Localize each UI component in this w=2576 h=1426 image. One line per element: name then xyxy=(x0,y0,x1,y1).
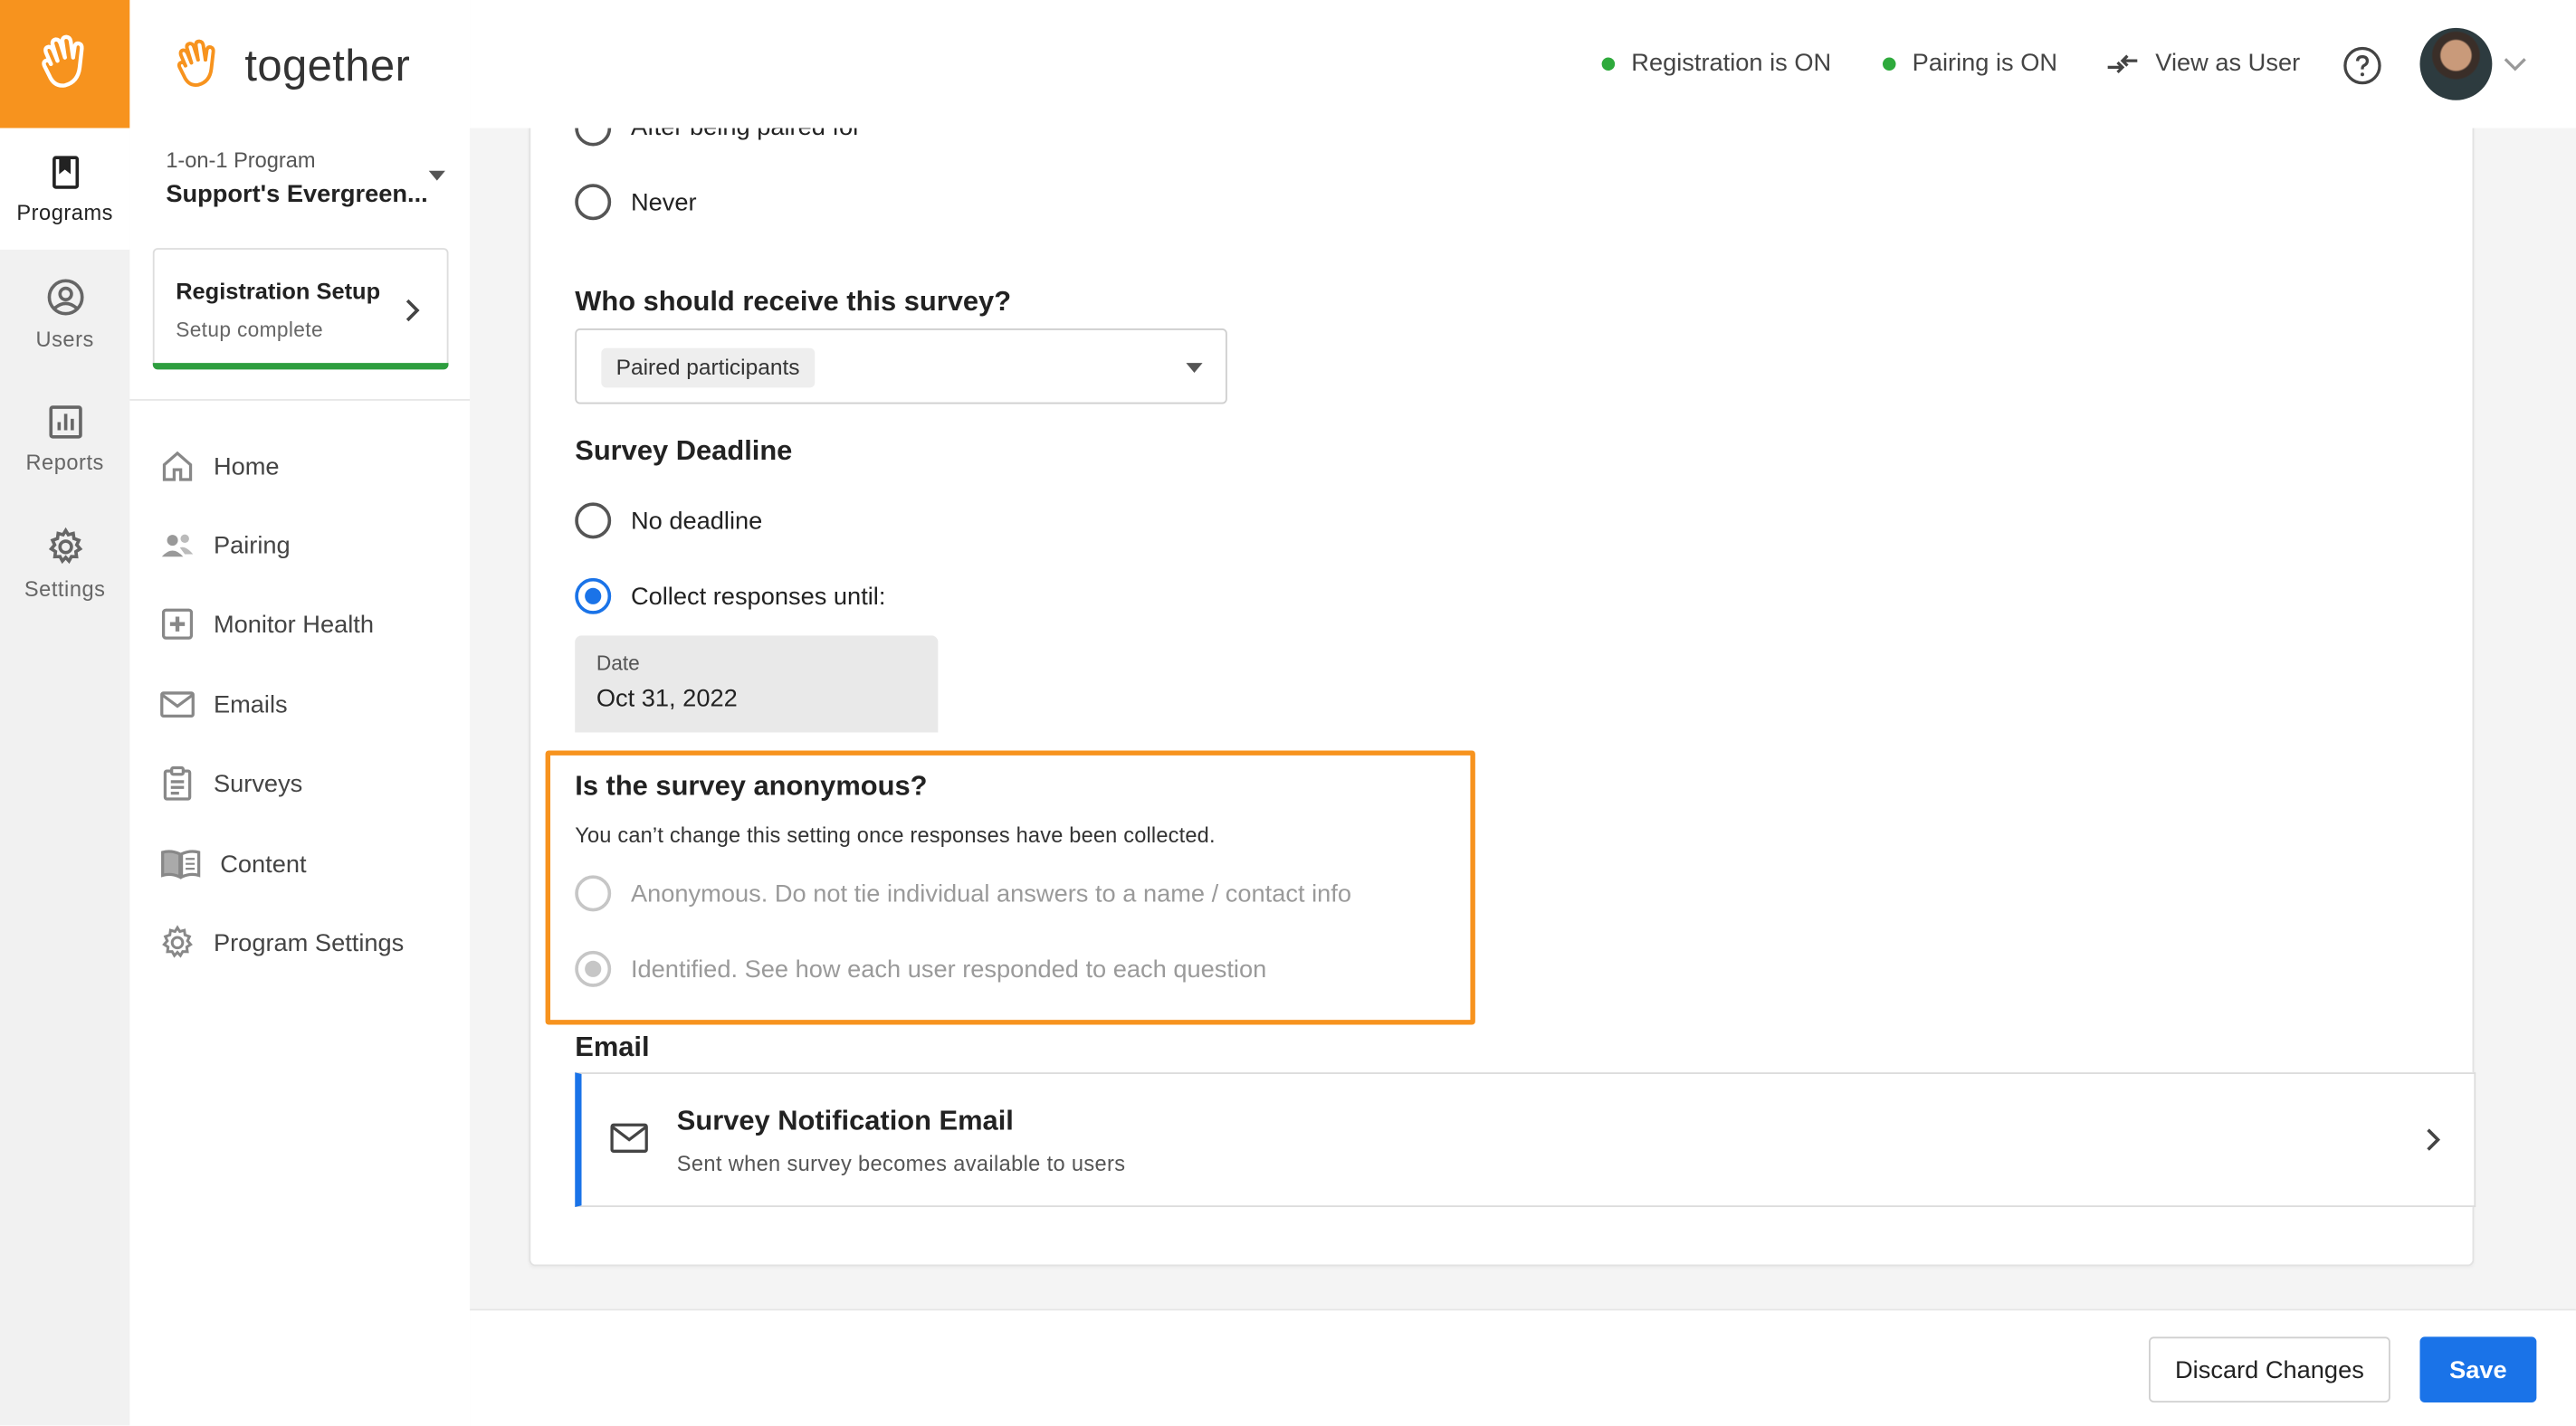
option-never: Never xyxy=(630,188,697,217)
nav-item-label: Emails xyxy=(213,690,288,719)
rail-item-label: Users xyxy=(35,326,94,351)
survey-notification-email-row[interactable]: Survey Notification Email Sent when surv… xyxy=(575,1072,2476,1208)
deadline-heading: Survey Deadline xyxy=(575,434,793,467)
chevron-down-icon[interactable] xyxy=(428,170,445,181)
people-icon xyxy=(161,534,194,557)
nav-item-monitor-health[interactable]: Monitor Health xyxy=(159,601,374,647)
view-as-user-button[interactable]: View as User xyxy=(2106,49,2300,77)
book-icon xyxy=(161,850,201,879)
nav-item-surveys[interactable]: Surveys xyxy=(159,760,302,806)
gear-icon xyxy=(162,925,193,958)
envelope-icon xyxy=(610,1123,648,1153)
view-as-user-label: View as User xyxy=(2155,49,2301,78)
option-identified: Identified. See how each user responded … xyxy=(630,955,1267,984)
bookmark-icon xyxy=(52,155,79,188)
envelope-icon xyxy=(160,691,195,718)
radio-collect-until[interactable] xyxy=(575,577,612,614)
swap-arrows-icon xyxy=(2107,53,2138,73)
recipients-heading: Who should receive this survey? xyxy=(575,285,1012,318)
registration-status-text: Registration is ON xyxy=(1631,49,1832,78)
nav-item-label: Monitor Health xyxy=(213,610,374,639)
radio-identified[interactable] xyxy=(575,950,612,987)
nav-item-content[interactable]: Content xyxy=(159,841,307,887)
app-window: Programs Users Reports Settings together… xyxy=(0,0,2576,1426)
chevron-down-icon[interactable] xyxy=(2504,56,2526,72)
user-circle-icon xyxy=(46,278,83,315)
survey-settings-card: After being paired for Never Who should … xyxy=(529,98,2476,1267)
selected-recipient-chip: Paired participants xyxy=(601,347,815,388)
status-dot xyxy=(1882,56,1896,71)
status-dot xyxy=(1601,56,1616,71)
nav-item-label: Surveys xyxy=(213,769,303,798)
nav-item-label: Pairing xyxy=(213,531,291,560)
save-button[interactable]: Save xyxy=(2419,1336,2537,1403)
rail-item-label: Programs xyxy=(16,199,114,224)
program-type: 1-on-1 Program xyxy=(166,147,316,173)
help-icon[interactable] xyxy=(2342,46,2382,86)
rail-item-label: Reports xyxy=(25,449,104,474)
rail-item-label: Settings xyxy=(24,575,106,601)
pairing-status-text: Pairing is ON xyxy=(1912,49,2058,78)
anonymity-heading: Is the survey anonymous? xyxy=(575,770,928,802)
nav-item-emails[interactable]: Emails xyxy=(159,681,288,727)
setup-progress-bar xyxy=(152,363,449,370)
bar-chart-icon xyxy=(48,404,81,438)
divider xyxy=(129,399,471,401)
rail-item-reports[interactable]: Reports xyxy=(0,377,129,499)
chevron-right-icon xyxy=(2427,1128,2441,1151)
radio-no-deadline[interactable] xyxy=(575,502,612,539)
action-footer: Discard Changes Save xyxy=(470,1308,2576,1426)
nav-item-pairing[interactable]: Pairing xyxy=(159,522,291,568)
program-selector[interactable]: Support's Evergreen... xyxy=(166,181,428,209)
chevron-down-icon xyxy=(1186,363,1203,374)
nav-item-home[interactable]: Home xyxy=(159,443,280,490)
anonymity-hint: You can’t change this setting once respo… xyxy=(575,822,1216,848)
email-subtitle: Sent when survey becomes available to us… xyxy=(676,1151,1126,1176)
option-collect-until: Collect responses until: xyxy=(630,583,886,612)
hand-logo-icon xyxy=(177,39,215,87)
email-heading: Email xyxy=(575,1031,650,1063)
chevron-right-icon xyxy=(405,299,420,322)
option-no-deadline: No deadline xyxy=(630,507,763,536)
brand-name: together xyxy=(244,40,411,90)
registration-status[interactable]: Registration is ON xyxy=(1601,49,1832,78)
email-title: Survey Notification Email xyxy=(676,1105,1014,1136)
rail-item-settings[interactable]: Settings xyxy=(0,502,129,623)
nav-item-label: Content xyxy=(220,850,307,879)
setup-title: Registration Setup xyxy=(176,277,381,304)
clipboard-icon xyxy=(163,765,192,801)
radio-anonymous[interactable] xyxy=(575,875,612,912)
gear-icon xyxy=(47,526,82,564)
rail-item-programs[interactable]: Programs xyxy=(0,128,130,250)
option-anonymous: Anonymous. Do not tie individual answers… xyxy=(630,879,1351,908)
nav-item-program-settings[interactable]: Program Settings xyxy=(159,919,404,965)
home-icon xyxy=(162,451,193,481)
icon-rail: Programs Users Reports Settings xyxy=(0,0,130,1426)
setup-status: Setup complete xyxy=(176,318,323,342)
recipients-select[interactable]: Paired participants xyxy=(575,328,1227,404)
top-bar: Registration is ON Pairing is ON View as… xyxy=(470,0,2576,128)
deadline-date-field[interactable]: Date Oct 31, 2022 xyxy=(575,635,939,733)
nav-item-label: Home xyxy=(213,452,280,480)
program-sidebar: together 1-on-1 Program Support's Evergr… xyxy=(129,0,471,1426)
date-field-label: Date xyxy=(596,651,640,675)
radio-never[interactable] xyxy=(575,184,612,221)
rail-item-users[interactable]: Users xyxy=(0,253,129,375)
plus-box-icon xyxy=(161,608,194,640)
registration-setup-card[interactable]: Registration Setup Setup complete xyxy=(152,248,449,370)
date-field-value: Oct 31, 2022 xyxy=(596,684,738,713)
pairing-status[interactable]: Pairing is ON xyxy=(1882,49,2058,78)
brand[interactable]: together xyxy=(169,26,410,105)
hand-logo-icon[interactable] xyxy=(0,0,130,128)
nav-item-label: Program Settings xyxy=(213,928,405,957)
avatar[interactable] xyxy=(2419,27,2493,100)
discard-changes-button[interactable]: Discard Changes xyxy=(2149,1336,2390,1403)
